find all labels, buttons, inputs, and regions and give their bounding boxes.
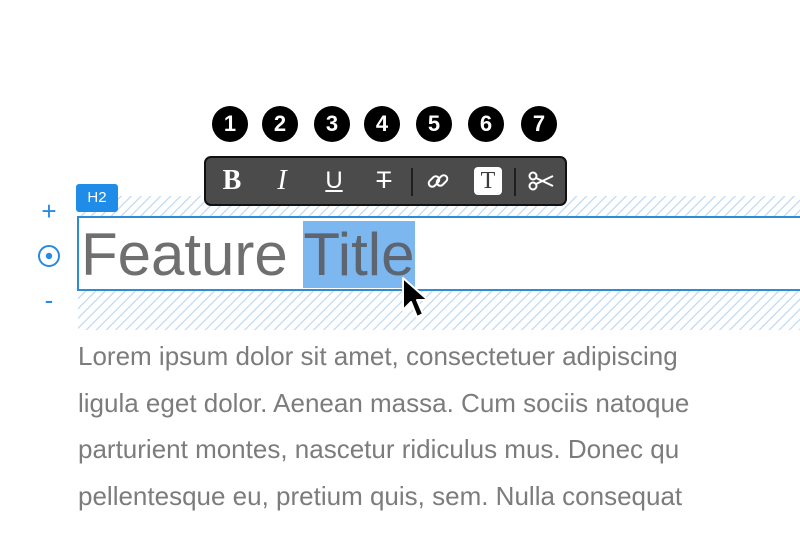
add-block-button[interactable]: + bbox=[38, 198, 60, 224]
text-format-icon: T bbox=[474, 167, 502, 195]
italic-button[interactable]: I bbox=[264, 163, 300, 199]
callout-marker-6: 6 bbox=[468, 106, 504, 142]
heading-selected-text: Title bbox=[303, 221, 415, 288]
link-icon bbox=[427, 174, 449, 188]
clear-format-button[interactable]: T bbox=[470, 163, 506, 199]
strikethrough-button[interactable]: T bbox=[366, 163, 402, 199]
paragraph-line: pellentesque eu, pretium quis, sem. Null… bbox=[78, 480, 683, 511]
editor-canvas: 1 2 3 4 5 6 7 H2 Feature Title + - B I U bbox=[0, 0, 800, 547]
toolbar-separator bbox=[411, 168, 413, 196]
heading-text[interactable]: Feature Title bbox=[81, 220, 415, 289]
paragraph-line: parturient montes, nascetur ridiculus mu… bbox=[78, 434, 680, 464]
strikethrough-icon: T bbox=[376, 167, 392, 194]
underline-button[interactable]: U bbox=[316, 163, 352, 199]
italic-icon: I bbox=[277, 165, 287, 196]
paragraph-line: Lorem ipsum dolor sit amet, consectetuer… bbox=[78, 341, 678, 371]
heading-block[interactable]: Feature Title bbox=[77, 216, 800, 291]
paragraph-line: ligula eget dolor. Aenean massa. Cum soc… bbox=[78, 387, 690, 418]
scissors-icon bbox=[528, 171, 554, 191]
heading-plain-text: Feature bbox=[81, 221, 304, 288]
callout-marker-3: 3 bbox=[314, 106, 350, 142]
bold-icon: B bbox=[222, 165, 242, 196]
block-handle-button[interactable] bbox=[37, 244, 61, 268]
remove-block-button[interactable]: - bbox=[38, 287, 60, 313]
body-paragraph[interactable]: Lorem ipsum dolor sit amet, consectetuer… bbox=[78, 333, 800, 519]
block-type-badge: H2 bbox=[76, 184, 118, 212]
underline-icon: U bbox=[325, 167, 343, 194]
format-toolbar: B I U T T bbox=[204, 156, 567, 206]
callout-marker-5: 5 bbox=[416, 106, 452, 142]
callout-marker-2: 2 bbox=[262, 106, 298, 142]
callout-marker-7: 7 bbox=[521, 106, 557, 142]
toolbar-separator bbox=[514, 168, 516, 196]
mouse-pointer-icon bbox=[402, 277, 429, 318]
bold-button[interactable]: B bbox=[214, 163, 250, 199]
callout-marker-1: 1 bbox=[212, 106, 248, 142]
minus-icon: - bbox=[44, 285, 54, 315]
target-icon bbox=[38, 245, 60, 267]
link-button[interactable] bbox=[420, 163, 456, 199]
callout-marker-4: 4 bbox=[364, 106, 400, 142]
cut-button[interactable] bbox=[524, 163, 560, 199]
plus-icon: + bbox=[41, 196, 57, 226]
